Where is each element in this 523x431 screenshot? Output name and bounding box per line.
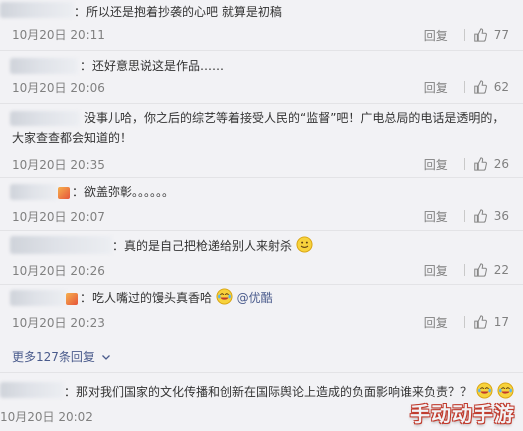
comment-item: ：欲盖弥彰。。。。。。 10月20日 20:07 回复 36 xyxy=(0,182,523,230)
comment-text: ：欲盖弥彰。。。。。。 xyxy=(72,185,175,199)
comment-time: 10月20日 20:35 xyxy=(12,158,105,172)
thumb-up-icon xyxy=(473,80,487,94)
like-button[interactable]: 36 xyxy=(473,209,509,223)
like-count: 77 xyxy=(493,28,509,42)
reply-button[interactable]: 回复 xyxy=(424,314,464,331)
vip-badge-icon xyxy=(66,293,78,305)
comment-actions: 回复 62 xyxy=(424,79,509,95)
reply-button[interactable]: 回复 xyxy=(424,156,464,173)
blurred-username xyxy=(10,58,78,74)
reply-button[interactable]: 回复 xyxy=(424,27,464,44)
smiley-emoji-icon xyxy=(296,236,313,253)
comment-time: 10月20日 20:11 xyxy=(12,28,105,42)
like-button[interactable]: 26 xyxy=(473,157,509,171)
divider xyxy=(0,177,523,178)
comment-actions: 回复 36 xyxy=(424,208,509,224)
divider xyxy=(463,29,465,41)
comment-time: 10月20日 20:26 xyxy=(12,264,105,278)
comment-body: ：那对我们国家的文化传播和创新在国际舆论上造成的负面影响谁来负责？？ xyxy=(64,385,473,399)
laughing-emoji-icon xyxy=(476,382,493,399)
thumb-up-icon xyxy=(473,28,487,42)
chevron-down-icon xyxy=(101,354,110,360)
divider xyxy=(0,284,523,285)
divider xyxy=(0,372,523,373)
like-button[interactable]: 22 xyxy=(473,263,509,277)
comment-text: ：吃人嘴过的馒头真香哈 @优酷 xyxy=(80,288,273,308)
like-button[interactable]: 62 xyxy=(473,80,509,94)
thumb-up-icon xyxy=(473,315,487,329)
like-count: 36 xyxy=(493,209,509,223)
comment-time: 10月20日 20:23 xyxy=(12,316,105,330)
like-button[interactable]: 17 xyxy=(473,315,509,329)
divider xyxy=(0,50,523,51)
comment-time: 10月20日 20:06 xyxy=(12,81,105,95)
blurred-username xyxy=(0,382,64,398)
laughing-emoji-icon xyxy=(216,288,233,305)
site-watermark: 手动动手游 xyxy=(410,402,515,426)
comment-item: 没事儿哈，你之后的综艺等着接受人民的“监督”吧！广电总局的电话是透明的，大家查查… xyxy=(0,108,523,174)
divider xyxy=(463,264,465,276)
like-count: 62 xyxy=(493,80,509,94)
blurred-username xyxy=(10,184,58,200)
thumb-up-icon xyxy=(473,157,487,171)
thumb-up-icon xyxy=(473,263,487,277)
comment-item: ：所以还是抱着抄袭的心吧 就算是初稿 10月20日 20:11 回复 77 xyxy=(0,0,523,48)
thumb-up-icon xyxy=(473,209,487,223)
reply-button[interactable]: 回复 xyxy=(424,208,464,225)
vip-badge-icon xyxy=(58,187,70,199)
blurred-username xyxy=(10,290,66,306)
divider xyxy=(463,316,465,328)
like-count: 17 xyxy=(493,315,509,329)
comment-text: ：还好意思说这是作品…… xyxy=(80,59,225,73)
divider xyxy=(463,210,465,222)
comment-actions: 回复 26 xyxy=(424,156,509,172)
comment-text: ：真的是自己把枪递给别人来射杀 xyxy=(112,236,313,256)
more-replies-label: 更多127条回复 xyxy=(12,350,95,364)
divider xyxy=(463,81,465,93)
reply-button[interactable]: 回复 xyxy=(424,262,464,279)
comment-time: 10月20日 20:02 xyxy=(0,410,93,424)
divider xyxy=(463,158,465,170)
blurred-username xyxy=(10,236,112,254)
divider xyxy=(0,103,523,104)
laughing-emoji-icon xyxy=(497,382,514,399)
comment-body: ：真的是自己把枪递给别人来射杀 xyxy=(112,239,293,253)
comment-body: ：吃人嘴过的馒头真香哈 xyxy=(80,291,213,305)
like-button[interactable]: 77 xyxy=(473,28,509,42)
comment-actions: 回复 17 xyxy=(424,314,509,330)
divider xyxy=(0,230,523,231)
blurred-username xyxy=(0,2,74,18)
like-count: 26 xyxy=(493,157,509,171)
comment-time: 10月20日 20:07 xyxy=(12,210,105,224)
comment-text: ：所以还是抱着抄袭的心吧 就算是初稿 xyxy=(74,5,282,19)
reply-button[interactable]: 回复 xyxy=(424,79,464,96)
comment-item: ：真的是自己把枪递给别人来射杀 10月20日 20:26 回复 22 xyxy=(0,234,523,284)
like-count: 22 xyxy=(493,263,509,277)
comment-item: ：吃人嘴过的馒头真香哈 @优酷 10月20日 20:23 回复 17 xyxy=(0,288,523,336)
comment-item: ：还好意思说这是作品…… 10月20日 20:06 回复 62 xyxy=(0,56,523,104)
comment-text: 没事儿哈，你之后的综艺等着接受人民的“监督”吧！广电总局的电话是透明的，大家查查… xyxy=(12,111,505,145)
comment-actions: 回复 22 xyxy=(424,262,509,278)
comment-actions: 回复 77 xyxy=(424,27,509,43)
mention-link[interactable]: @优酷 xyxy=(237,291,273,305)
more-replies-link[interactable]: 更多127条回复 xyxy=(12,348,111,365)
